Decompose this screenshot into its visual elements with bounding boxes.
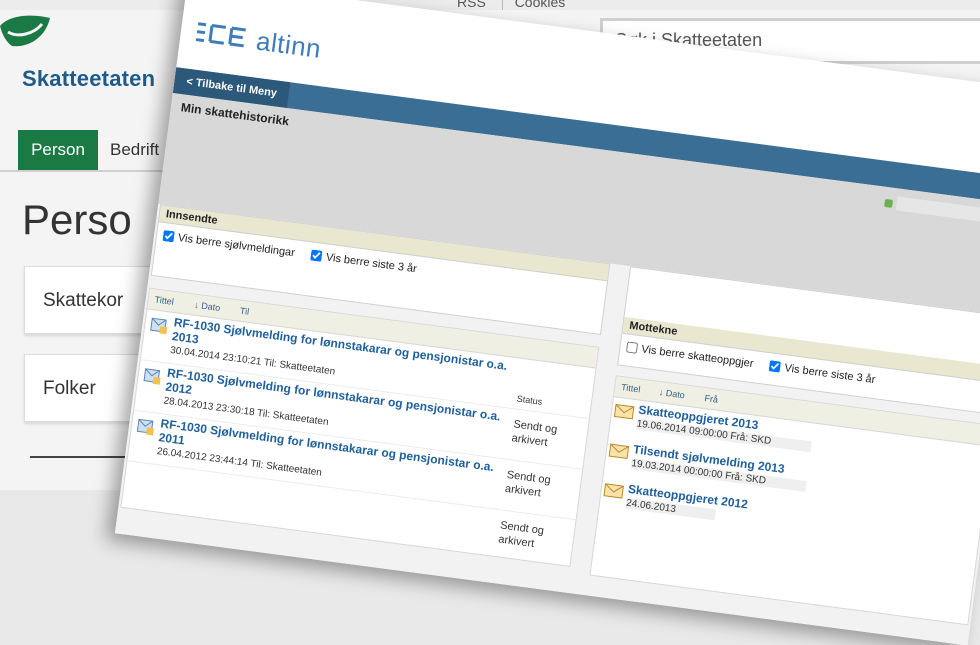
envelope-icon <box>608 443 630 459</box>
user-status-icon <box>884 198 894 208</box>
received-list: Tittel ↓ Dato Frå Skatteoppgjeret 2013 1… <box>589 375 980 626</box>
sent-message-icon <box>143 368 161 385</box>
sent-list: Tittel ↓ Dato Til RF-1030 Sjølvmelding f… <box>120 287 600 567</box>
sent-message-icon <box>136 418 154 436</box>
altinn-window: altinn < Tilbake til Meny Min skattehist… <box>114 0 980 645</box>
col-title[interactable]: Tittel <box>154 294 174 306</box>
last-3-years-received-checkbox[interactable] <box>769 360 782 373</box>
col-date[interactable]: ↓ Dato <box>658 387 685 400</box>
status-badge: Sendt og arkivert <box>510 418 558 449</box>
only-assessments-checkbox[interactable] <box>625 341 639 354</box>
top-links: RSS Cookies <box>445 0 577 10</box>
skatteetaten-logo-text[interactable]: Skatteetaten <box>22 66 155 92</box>
status-badge: Sendt og arkivert <box>497 519 545 550</box>
sent-message-icon <box>150 317 168 335</box>
envelope-icon <box>613 403 635 420</box>
skatteetaten-logo-icon <box>0 15 50 47</box>
cookies-link[interactable]: Cookies <box>501 0 578 10</box>
only-tax-returns-checkbox[interactable] <box>162 230 175 243</box>
last-3-years-sent-checkbox[interactable] <box>310 249 323 262</box>
tab-person[interactable]: Person <box>18 130 98 170</box>
col-from[interactable]: Frå <box>704 393 719 405</box>
tab-bedrift[interactable]: Bedrift <box>110 130 159 170</box>
altinn-logo-text[interactable]: altinn <box>254 26 323 65</box>
col-date[interactable]: ↓ Dato <box>194 300 221 313</box>
col-to[interactable]: Til <box>239 306 249 317</box>
col-title[interactable]: Tittel <box>621 382 641 394</box>
altinn-logo-icon <box>195 22 246 48</box>
page-title: Perso <box>22 196 132 243</box>
status-badge: Sendt og arkivert <box>504 468 552 500</box>
rss-link[interactable]: RSS <box>445 0 498 10</box>
